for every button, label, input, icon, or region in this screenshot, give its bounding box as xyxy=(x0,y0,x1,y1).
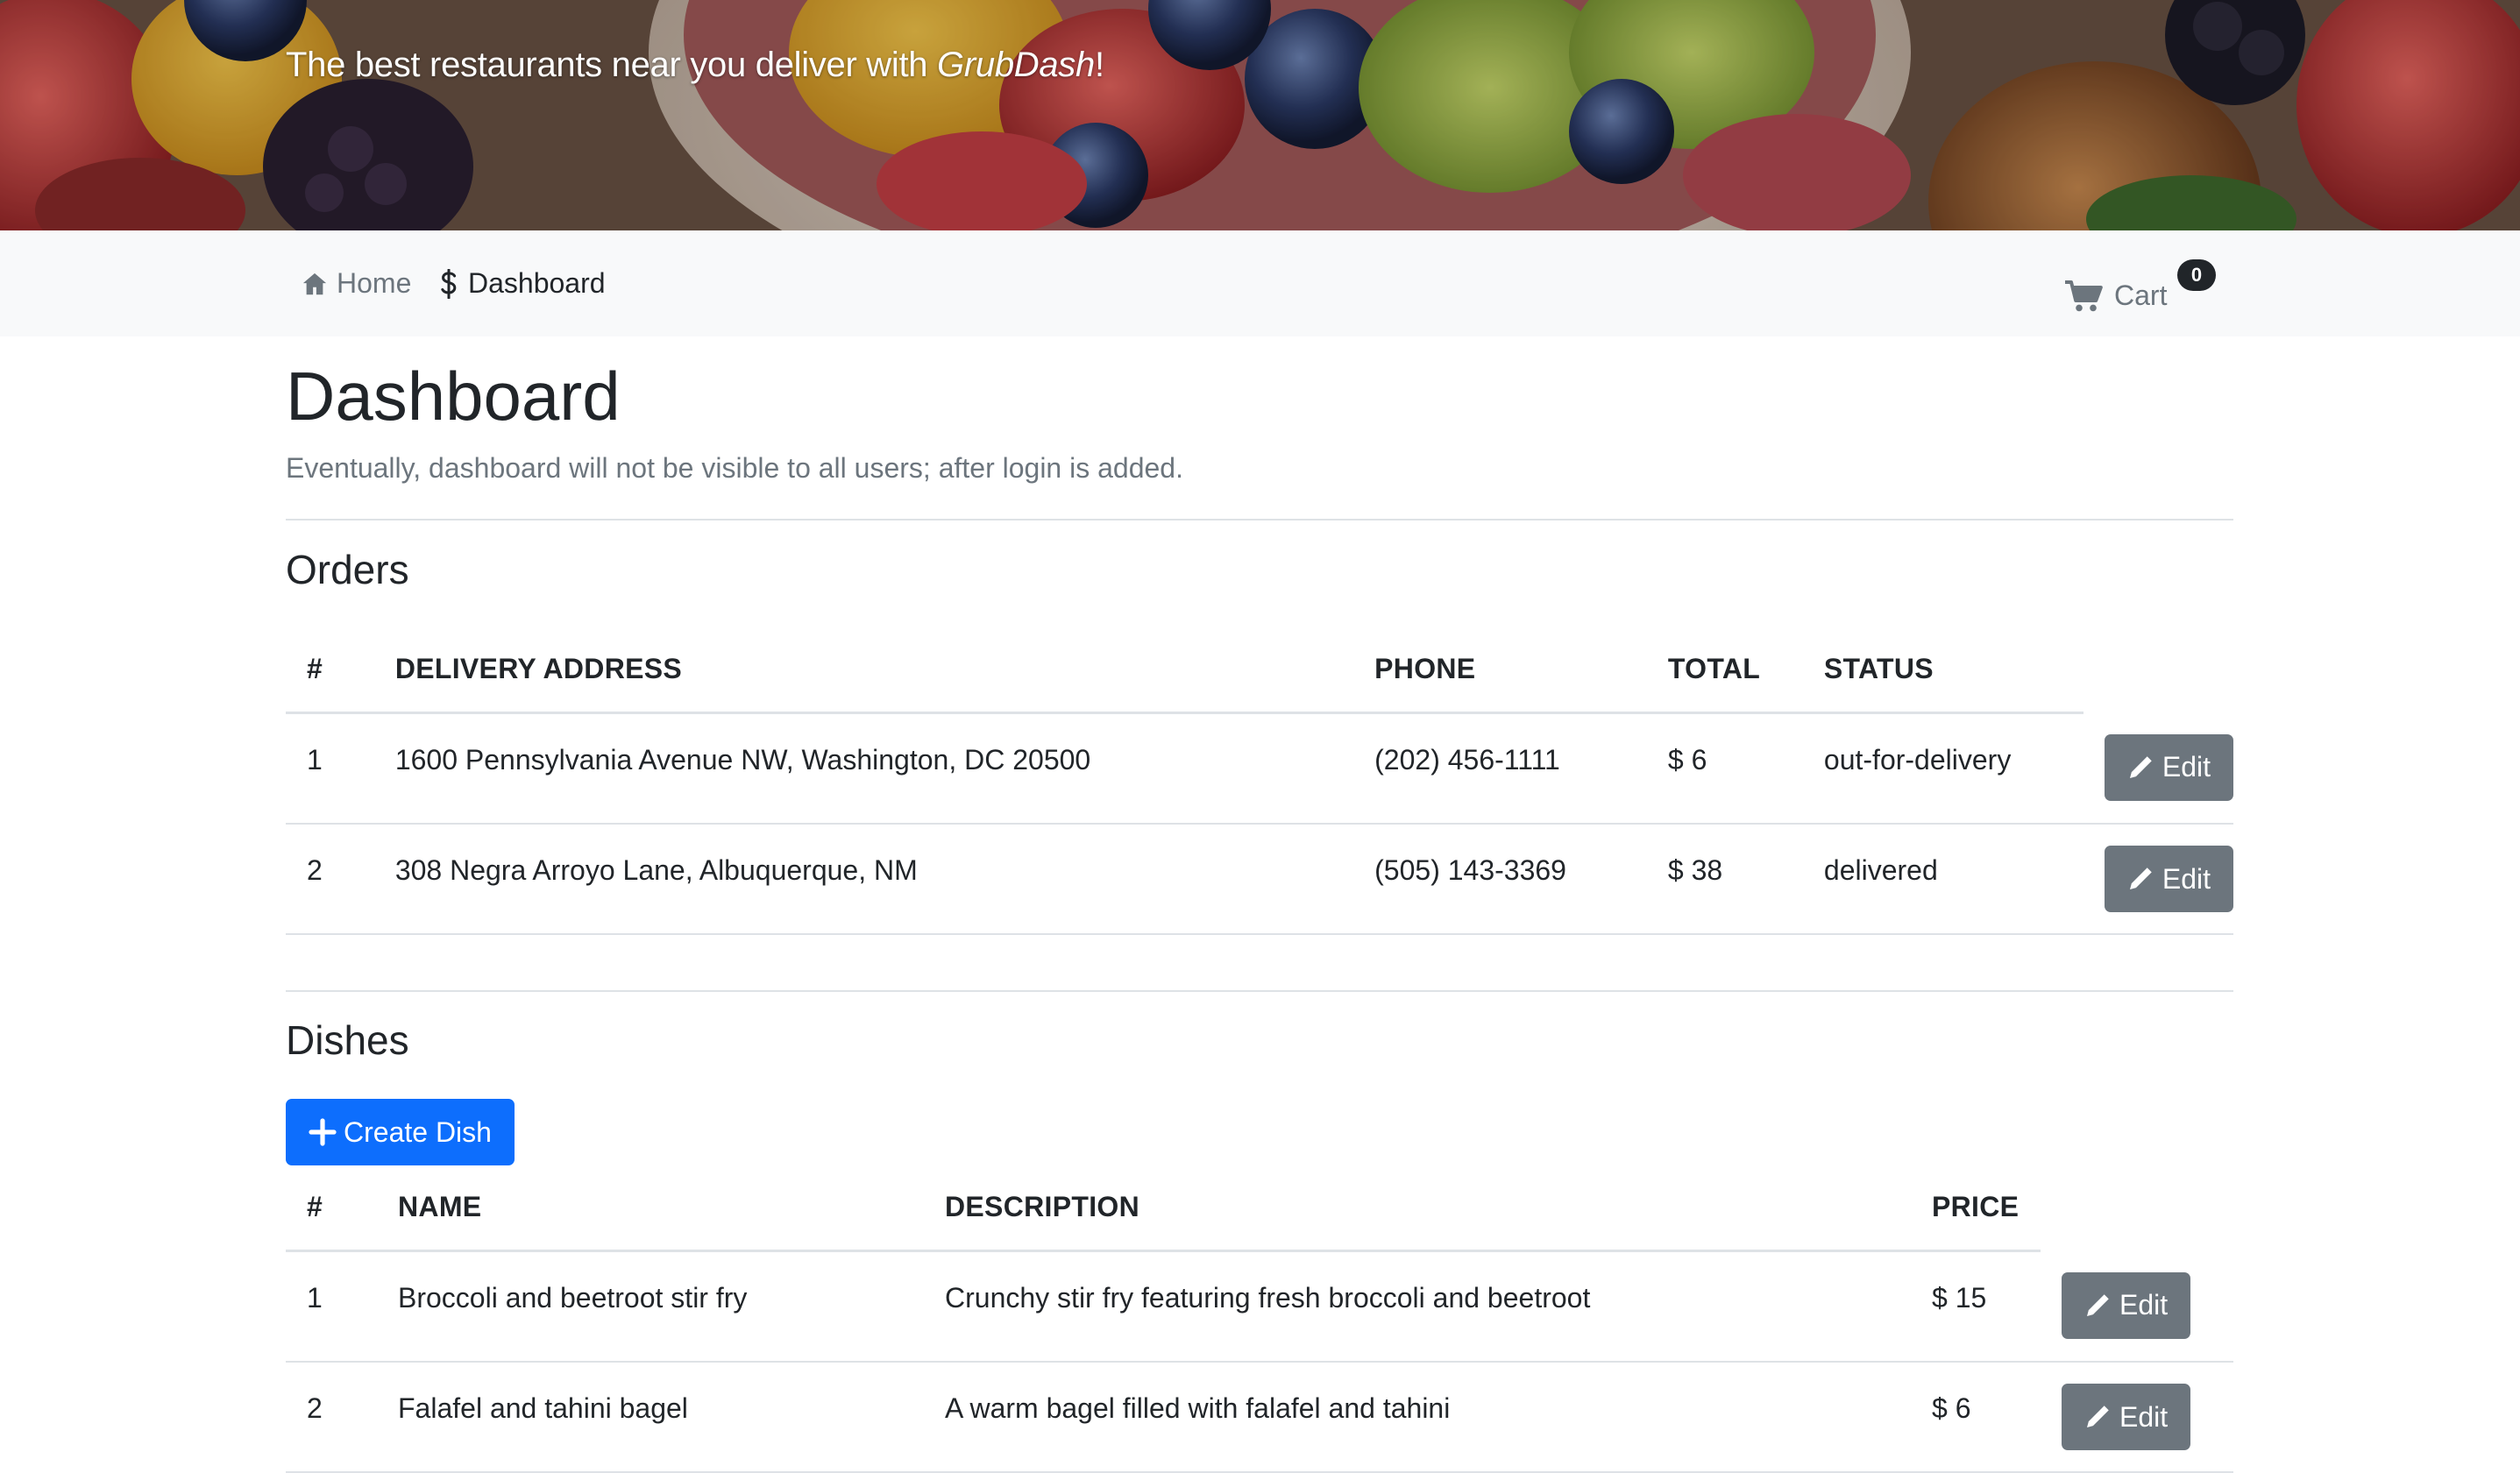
orders-col-actions xyxy=(2083,627,2233,713)
dish-description: Crunchy stir fry featuring fresh broccol… xyxy=(924,1250,1911,1363)
order-row: 1 1600 Pennsylvania Avenue NW, Washingto… xyxy=(286,712,2233,825)
cart-count-badge: 0 xyxy=(2177,259,2216,291)
order-total: $ 38 xyxy=(1646,824,1803,935)
edit-order-button[interactable]: Edit xyxy=(2104,846,2233,912)
dish-name: Falafel and tahini bagel xyxy=(377,1362,924,1473)
dishes-title: Dishes xyxy=(286,1017,409,1063)
order-row: 2 308 Negra Arroyo Lane, Albuquerque, NM… xyxy=(286,824,2233,935)
orders-col-number: # xyxy=(286,627,374,714)
orders-col-total: Total xyxy=(1646,627,1803,714)
dishes-col-price: Price xyxy=(1911,1165,2041,1252)
order-phone: (202) 456-1111 xyxy=(1353,712,1647,825)
navbar: Home Dashboard Cart xyxy=(0,230,2520,336)
order-address: 308 Negra Arroyo Lane, Albuquerque, NM xyxy=(373,824,1354,935)
create-dish-button[interactable]: Create Dish xyxy=(286,1099,515,1165)
orders-col-address: Delivery Address xyxy=(373,627,1354,714)
edit-dish-button[interactable]: Edit xyxy=(2062,1384,2191,1450)
dishes-col-name: Name xyxy=(377,1165,924,1252)
dishes-col-number: # xyxy=(286,1165,377,1252)
orders-table: # Delivery Address Phone Total Status 1 … xyxy=(286,627,2233,935)
nav-cart-link[interactable]: Cart xyxy=(2063,243,2167,349)
order-id: 2 xyxy=(286,824,374,935)
nav-home-link[interactable]: Home xyxy=(302,230,411,336)
divider xyxy=(286,990,2233,992)
page-lead: Eventually, dashboard will not be visibl… xyxy=(286,452,1183,484)
dollar-icon xyxy=(441,268,457,299)
pencil-icon xyxy=(2087,1406,2109,1427)
divider xyxy=(286,519,2233,521)
cart-icon xyxy=(2065,280,2103,311)
pencil-icon xyxy=(2129,755,2152,778)
dishes-col-description: Description xyxy=(924,1165,1911,1252)
pencil-icon xyxy=(2087,1293,2109,1316)
orders-header-row: # Delivery Address Phone Total Status xyxy=(286,627,2233,714)
dishes-table: # Name Description Price 1 Broccoli and … xyxy=(286,1165,2233,1473)
edit-order-button[interactable]: Edit xyxy=(2104,733,2233,801)
house-icon xyxy=(302,273,327,294)
brand-name: GrubDash xyxy=(937,46,1095,84)
dish-price: $ 15 xyxy=(1911,1250,2041,1363)
dish-description: A warm bagel filled with falafel and tah… xyxy=(924,1362,1911,1473)
dishes-col-actions xyxy=(2041,1165,2233,1251)
edit-dish-button[interactable]: Edit xyxy=(2062,1271,2191,1339)
order-address: 1600 Pennsylvania Avenue NW, Washington,… xyxy=(373,712,1354,825)
hero-tagline: The best restaurants near you deliver wi… xyxy=(286,46,1104,84)
dishes-header-row: # Name Description Price xyxy=(286,1165,2233,1252)
orders-title: Orders xyxy=(286,547,409,592)
pencil-icon xyxy=(2129,868,2152,889)
dish-price: $ 6 xyxy=(1911,1362,2041,1473)
orders-col-status: Status xyxy=(1802,627,2083,714)
order-id: 1 xyxy=(286,712,374,825)
dish-id: 1 xyxy=(286,1250,377,1363)
order-status: out-for-delivery xyxy=(1802,712,2083,825)
plus-icon xyxy=(309,1118,337,1146)
order-status: delivered xyxy=(1802,824,2083,935)
orders-col-phone: Phone xyxy=(1353,627,1647,714)
dish-row: 2 Falafel and tahini bagel A warm bagel … xyxy=(286,1362,2233,1473)
nav-dashboard-link[interactable]: Dashboard xyxy=(438,230,606,336)
order-total: $ 6 xyxy=(1646,712,1803,825)
dish-name: Broccoli and beetroot stir fry xyxy=(377,1250,924,1363)
hero-banner: The best restaurants near you deliver wi… xyxy=(0,0,2520,230)
dish-id: 2 xyxy=(286,1362,377,1473)
dish-row: 1 Broccoli and beetroot stir fry Crunchy… xyxy=(286,1250,2233,1363)
page-title: Dashboard xyxy=(286,358,621,435)
order-phone: (505) 143-3369 xyxy=(1353,824,1647,935)
fruit-salad-image xyxy=(0,0,2520,230)
